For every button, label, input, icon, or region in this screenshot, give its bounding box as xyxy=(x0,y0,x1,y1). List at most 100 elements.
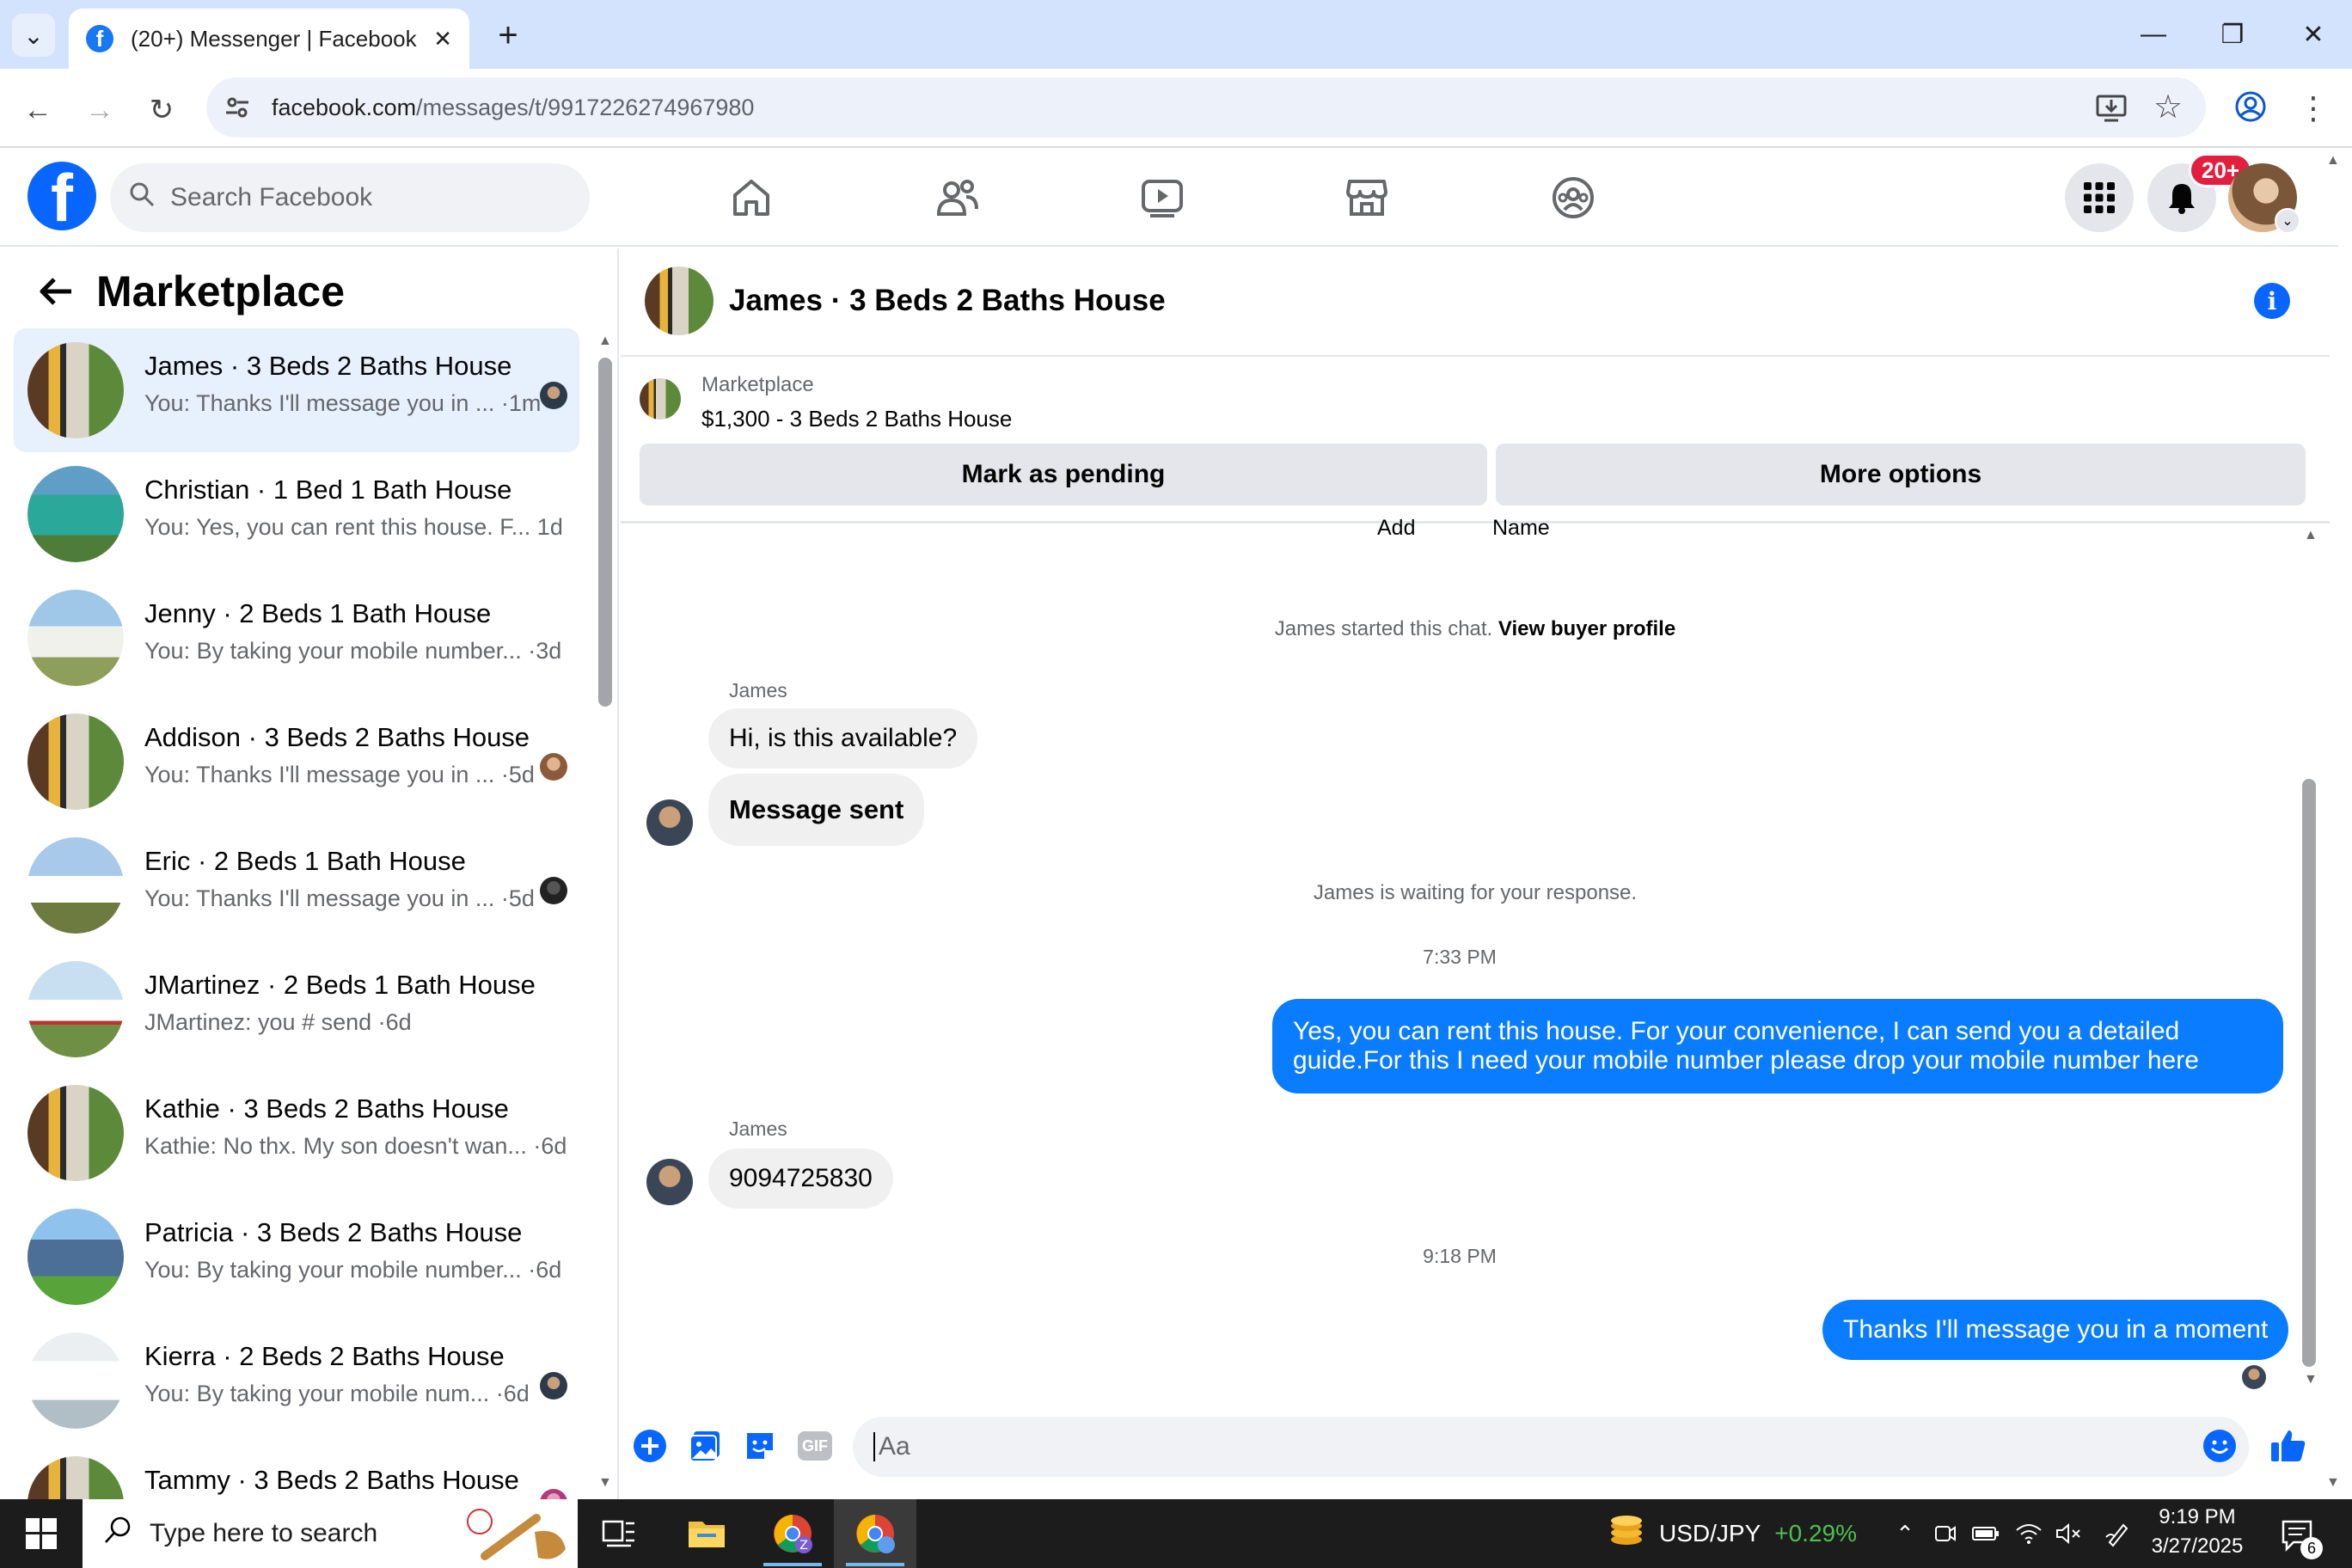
conversation-item[interactable]: Jenny · 2 Beds 1 Bath House You: By taki… xyxy=(14,576,579,700)
new-tab-button[interactable]: + xyxy=(487,14,530,57)
conversation-name: Addison · 3 Beds 2 Baths House xyxy=(144,722,530,752)
listing-category: Marketplace xyxy=(701,373,814,396)
conversation-item[interactable]: Christian · 1 Bed 1 Bath House You: Yes,… xyxy=(14,452,579,576)
sender-avatar[interactable] xyxy=(646,799,693,846)
browser-tab[interactable]: f (20+) Messenger | Facebook ✕ xyxy=(69,9,469,69)
read-receipt-avatar xyxy=(2242,1365,2266,1389)
conversation-item[interactable]: Kathie · 3 Beds 2 Baths House Kathie: No… xyxy=(14,1071,579,1195)
outgoing-message[interactable]: Yes, you can rent this house. For your c… xyxy=(1272,999,2283,1093)
more-options-button[interactable]: More options xyxy=(1496,444,2306,505)
taskbar-clock[interactable]: 9:19 PM 3/27/2025 xyxy=(2137,1503,2257,1568)
conversation-snippet: JMartinez: you # send ·6d xyxy=(144,1009,412,1035)
tab-close-icon[interactable]: ✕ xyxy=(433,26,452,52)
marketplace-nav-icon[interactable] xyxy=(1341,172,1393,224)
sidebar-scroll-up[interactable]: ▲ xyxy=(598,334,612,349)
search-icon xyxy=(103,1516,132,1553)
meet-now-icon[interactable] xyxy=(1927,1513,1962,1554)
conversation-item[interactable]: Kierra · 2 Beds 2 Baths House You: By ta… xyxy=(14,1319,579,1442)
thumbs-up-icon[interactable] xyxy=(2269,1427,2307,1465)
listing-thumbnail[interactable] xyxy=(640,378,681,420)
conversation-name: Tammy · 3 Beds 2 Baths House xyxy=(144,1465,519,1495)
minimize-button[interactable]: — xyxy=(2123,9,2184,60)
search-highlight-baseball-icon xyxy=(459,1506,571,1563)
close-window-button[interactable]: ✕ xyxy=(2283,9,2343,60)
sender-name: James xyxy=(729,679,787,701)
site-settings-icon[interactable] xyxy=(222,92,253,123)
conversation-item[interactable]: Addison · 3 Beds 2 Baths House You: Than… xyxy=(14,700,579,824)
home-nav-icon[interactable] xyxy=(726,172,777,224)
battery-icon[interactable] xyxy=(1969,1513,2003,1554)
chat-scroll-up[interactable]: ▲ xyxy=(2304,528,2318,543)
groups-nav-icon[interactable] xyxy=(1547,172,1599,224)
currency-ticker-widget[interactable]: USD/JPY +0.29% xyxy=(1608,1499,1857,1568)
seen-avatar xyxy=(540,1372,567,1400)
profile-icon[interactable] xyxy=(2233,89,2271,127)
conversation-item[interactable]: Patricia · 3 Beds 2 Baths House You: By … xyxy=(14,1195,579,1319)
conversation-snippet: You: By taking your mobile number... ·3d xyxy=(144,638,562,664)
address-bar[interactable]: facebook.com/messages/t/9917226274967980 xyxy=(206,77,2206,138)
bookmark-star-icon[interactable]: ☆ xyxy=(2149,88,2187,126)
listing-divider xyxy=(621,521,2330,524)
action-center-icon[interactable]: 6 xyxy=(2273,1510,2324,1561)
show-hidden-icons-chevron-icon[interactable]: ⌃ xyxy=(1888,1513,1922,1554)
pen-workspace-icon[interactable] xyxy=(2101,1513,2135,1554)
chrome-active-icon[interactable] xyxy=(834,1499,916,1568)
browser-menu-icon[interactable]: ⋮ xyxy=(2298,88,2329,129)
chat-scrollbar[interactable] xyxy=(2302,779,2316,1367)
sidebar-scrollbar[interactable] xyxy=(598,358,612,707)
listing-avatar xyxy=(28,837,124,934)
conversation-name: Patricia · 3 Beds 2 Baths House xyxy=(144,1217,523,1247)
watch-nav-icon[interactable] xyxy=(1136,172,1188,224)
message-input[interactable]: Aa xyxy=(853,1417,2249,1477)
windows-start-icon[interactable] xyxy=(0,1499,83,1568)
forward-button[interactable]: → xyxy=(76,86,124,134)
conversation-item[interactable]: Tammy · 3 Beds 2 Baths House xyxy=(14,1442,579,1499)
chrome-profile-z-icon[interactable]: Z xyxy=(751,1499,834,1568)
chat-scroll-down[interactable]: ▼ xyxy=(2304,1372,2318,1387)
reload-button[interactable]: ↻ xyxy=(138,86,186,134)
incoming-message[interactable]: Hi, is this available? xyxy=(708,708,978,769)
friends-nav-icon[interactable] xyxy=(932,172,983,224)
facebook-logo-icon[interactable]: f xyxy=(28,162,96,230)
chat-title[interactable]: James · 3 Beds 2 Baths House xyxy=(729,284,1166,318)
conversation-item[interactable]: Eric · 2 Beds 1 Bath House You: Thanks I… xyxy=(14,824,579,947)
menu-grid-icon[interactable] xyxy=(2065,163,2134,232)
chat-started-notice: James started this chat. View buyer prof… xyxy=(1274,617,1676,640)
mark-as-pending-button[interactable]: Mark as pending xyxy=(640,444,1487,505)
incoming-message[interactable]: Message sent xyxy=(708,774,925,846)
ticker-change: +0.29% xyxy=(1774,1520,1857,1547)
conversation-item[interactable]: James · 3 Beds 2 Baths House You: Thanks… xyxy=(14,328,579,452)
sticker-icon[interactable] xyxy=(741,1427,779,1465)
gif-icon[interactable]: GIF xyxy=(796,1427,834,1465)
restore-button[interactable]: ❐ xyxy=(2202,9,2263,60)
listing-price[interactable]: $1,300 - 3 Beds 2 Baths House xyxy=(701,406,1012,432)
timestamp: 7:33 PM xyxy=(1423,946,1497,968)
account-chevron-icon[interactable]: ⌄ xyxy=(2275,208,2300,234)
task-view-icon[interactable] xyxy=(578,1499,660,1568)
emoji-icon[interactable] xyxy=(2201,1427,2239,1465)
back-arrow-icon[interactable] xyxy=(34,270,77,313)
file-explorer-icon[interactable] xyxy=(665,1499,748,1568)
photo-gallery-icon[interactable] xyxy=(686,1427,724,1465)
listing-avatar xyxy=(28,342,124,438)
sidebar-scroll-down[interactable]: ▼ xyxy=(598,1475,612,1491)
add-attachment-icon[interactable] xyxy=(631,1427,669,1465)
page-scroll-down[interactable]: ▼ xyxy=(2326,1475,2340,1491)
outgoing-message[interactable]: Thanks I'll message you in a moment xyxy=(1822,1300,2289,1360)
sender-avatar[interactable] xyxy=(646,1159,693,1205)
back-button[interactable]: ← xyxy=(14,86,62,134)
info-icon[interactable]: i xyxy=(2254,283,2290,319)
taskbar-search-input[interactable]: Type here to search xyxy=(83,1499,578,1568)
incoming-message[interactable]: 9094725830 xyxy=(708,1148,893,1209)
install-app-icon[interactable] xyxy=(2094,91,2132,129)
wifi-icon[interactable] xyxy=(2012,1513,2046,1554)
facebook-search-input[interactable]: Search Facebook xyxy=(110,163,590,232)
view-buyer-profile-link[interactable]: View buyer profile xyxy=(1498,617,1675,640)
volume-muted-icon[interactable] xyxy=(2051,1513,2086,1554)
seen-avatar xyxy=(540,1489,567,1499)
tab-search-chevron-icon[interactable]: ⌄ xyxy=(12,14,55,57)
conversation-name: Jenny · 2 Beds 1 Bath House xyxy=(144,598,492,628)
chat-avatar[interactable] xyxy=(645,266,714,335)
conversation-item[interactable]: JMartinez · 2 Beds 1 Bath House JMartine… xyxy=(14,947,579,1071)
page-scroll-up[interactable]: ▲ xyxy=(2326,153,2340,168)
